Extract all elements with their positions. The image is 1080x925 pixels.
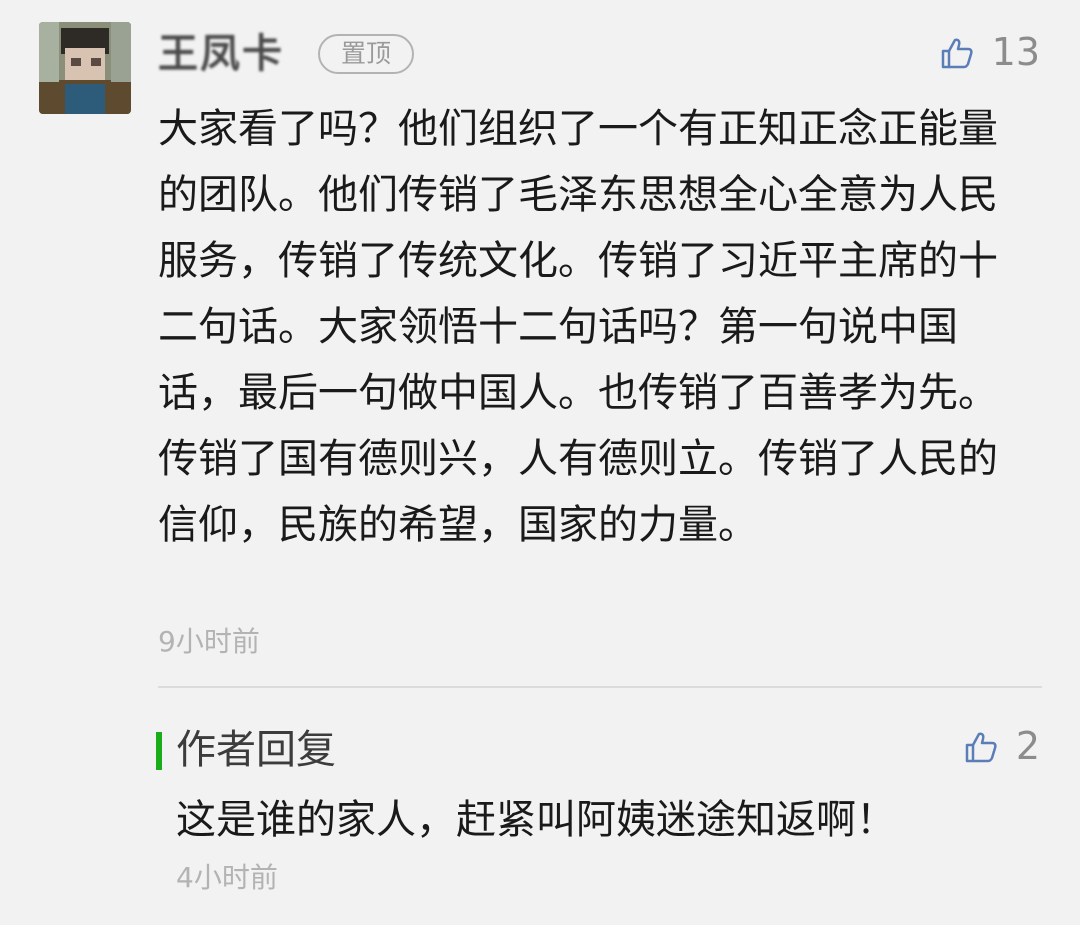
author-reply-label: 作者回复 xyxy=(176,727,336,773)
thumbs-up-icon xyxy=(964,729,998,763)
pinned-badge: 置顶 xyxy=(318,34,414,74)
comment-like-count: 13 xyxy=(991,30,1040,74)
thumbs-up-icon xyxy=(940,35,974,69)
comment-panel: 王凤卡 置顶 13 大家看了吗？他们组织了一个有正知正念正能量的团队。他们传销了… xyxy=(0,0,1080,925)
reply-accent-bar xyxy=(156,732,162,770)
reply-like-count: 2 xyxy=(1015,724,1040,768)
reply-timestamp: 4小时前 xyxy=(176,861,278,894)
divider xyxy=(158,686,1042,688)
avatar[interactable] xyxy=(39,22,131,114)
username[interactable]: 王凤卡 xyxy=(158,28,284,80)
reply-like-button[interactable]: 2 xyxy=(964,724,1040,768)
comment-text: 大家看了吗？他们组织了一个有正知正念正能量的团队。他们传销了毛泽东思想全心全意为… xyxy=(158,106,998,548)
comment-timestamp: 9小时前 xyxy=(158,625,260,658)
reply-text: 这是谁的家人，赶紧叫阿姨迷途知返啊！ xyxy=(176,797,896,843)
comment-like-button[interactable]: 13 xyxy=(940,30,1040,74)
